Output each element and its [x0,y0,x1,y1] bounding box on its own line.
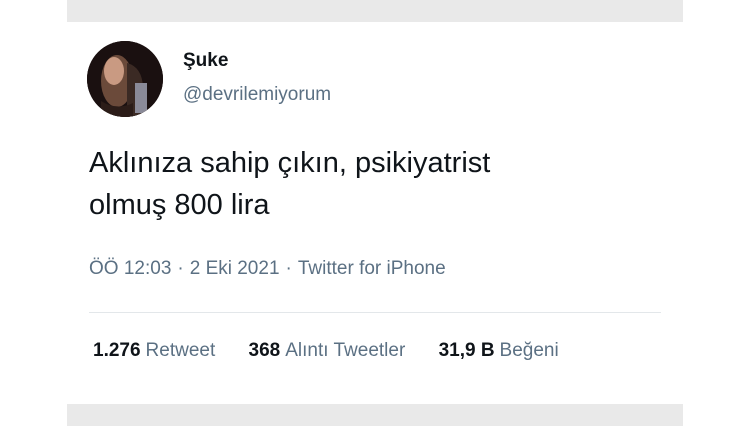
divider [89,312,661,313]
retweet-count: 1.276 [93,340,141,361]
quote-tweet-stat[interactable]: 368 Alıntı Tweetler [249,340,406,362]
user-handle[interactable]: @devrilemiyorum [183,84,331,106]
like-stat[interactable]: 31,9 B Beğeni [439,340,559,362]
quote-tweet-count: 368 [248,340,281,361]
tweet-time[interactable]: ÖÖ 12:03 [89,258,171,279]
avatar[interactable] [87,41,163,117]
tweet-text: Aklınıza sahip çıkın, psikiyatrist olmuş… [89,142,669,226]
meta-separator: · [177,258,184,279]
tweet-source[interactable]: Twitter for iPhone [298,258,446,279]
like-count: 31,9 B [438,340,495,361]
retweet-label: Retweet [145,340,216,361]
avatar-photo-icon [87,41,163,117]
top-band [67,0,683,22]
tweet-stats: 1.276 Retweet 368 Alıntı Tweetler 31,9 B Be… [93,340,559,362]
tweet-text-line: Aklınıza sahip çıkın, psikiyatrist [89,147,491,179]
tweet-card: Şuke @devrilemiyorum Aklınıza sahip çıkı… [67,22,683,404]
tweet-date[interactable]: 2 Eki 2021 [190,258,280,279]
tweet-meta: ÖÖ 12:03 · 2 Eki 2021 · Twitter for iPhone [89,258,446,280]
display-name[interactable]: Şuke [183,50,228,72]
meta-separator: · [285,258,292,279]
screenshot-stage: Şuke @devrilemiyorum Aklınıza sahip çıkı… [0,0,750,426]
like-label: Beğeni [499,340,559,361]
retweet-stat[interactable]: 1.276 Retweet [93,340,215,362]
tweet-text-line: olmuş 800 lira [89,189,270,221]
bottom-band [67,404,683,426]
quote-tweet-label: Alıntı Tweetler [285,340,406,361]
